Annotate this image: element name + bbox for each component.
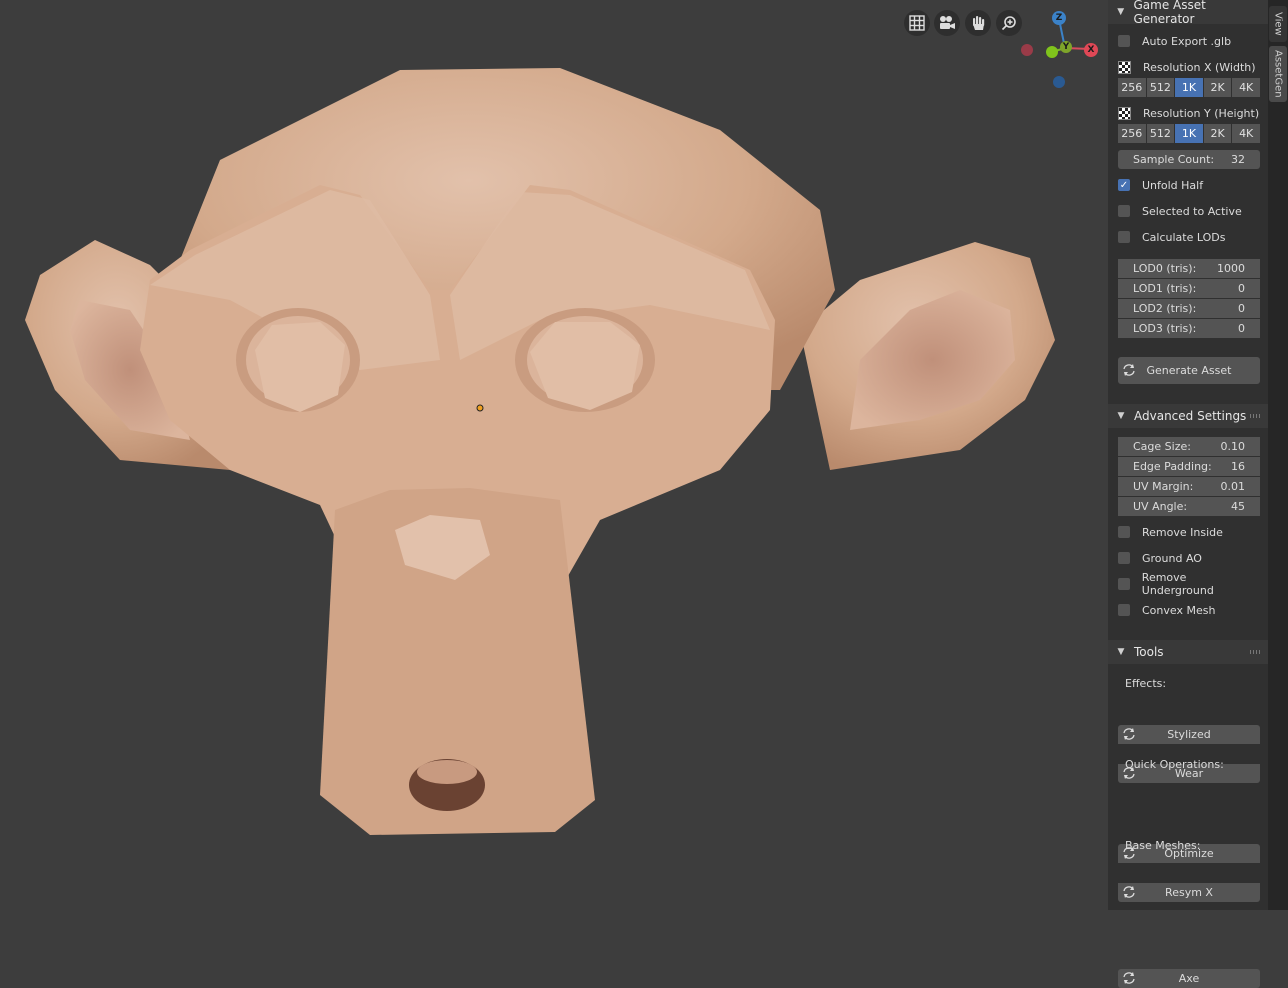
generate-asset-button[interactable]: Generate Asset [1118,357,1260,384]
panel-header-advanced-settings[interactable]: ▼ Advanced Settings [1108,404,1268,428]
ground-ao-checkbox[interactable]: Ground AO [1118,549,1260,567]
collapse-arrow-icon: ▼ [1117,411,1125,421]
uv-margin-field[interactable]: UV Margin: 0.01 [1118,477,1260,496]
grid-icon[interactable] [904,10,930,36]
res-x-option-1k[interactable]: 1K [1175,78,1203,97]
resolution-x-label: Resolution X (Width) [1118,58,1260,76]
res-x-option-2k[interactable]: 2K [1203,78,1232,97]
lod2-field[interactable]: LOD2 (tris): 0 [1118,299,1260,318]
res-y-option-4k[interactable]: 4K [1232,124,1260,143]
remove-underground-checkbox[interactable]: Remove Underground [1118,571,1260,597]
checker-icon [1118,106,1131,120]
sidebar-tabs: View AssetGen [1268,0,1288,910]
convex-mesh-checkbox[interactable]: Convex Mesh [1118,601,1260,619]
unfold-half-checkbox[interactable]: ✓ Unfold Half [1118,176,1260,194]
checkmark-icon[interactable]: ✓ [1118,179,1130,191]
lod1-field[interactable]: LOD1 (tris): 0 [1118,279,1260,298]
effects-label: Effects: [1125,676,1167,690]
checker-icon [1118,60,1131,74]
checkbox-icon[interactable] [1118,604,1130,616]
tab-view[interactable]: View [1269,6,1287,42]
gizmo-y-neg[interactable] [1046,46,1058,58]
camera-icon[interactable] [934,10,960,36]
auto-export-checkbox[interactable]: Auto Export .glb [1118,32,1260,50]
sample-count-field[interactable]: Sample Count: 32 [1118,150,1260,169]
checkbox-icon[interactable] [1118,231,1130,243]
quick-operations-label: Quick Operations: [1125,757,1224,771]
panel-title: Advanced Settings [1134,409,1247,423]
advanced-fields: Cage Size: 0.10 Edge Padding: 16 UV Margin… [1118,437,1260,517]
drag-handle-icon[interactable] [1250,650,1260,654]
remove-inside-checkbox[interactable]: Remove Inside [1118,523,1260,541]
checkbox-icon[interactable] [1118,526,1130,538]
res-x-option-256[interactable]: 256 [1118,78,1146,97]
res-y-option-1k[interactable]: 1K [1175,124,1203,143]
gizmo-y-axis[interactable]: Y [1060,41,1072,53]
tab-assetgen[interactable]: AssetGen [1269,46,1287,102]
gizmo-x-neg[interactable] [1021,44,1033,56]
resolution-y-label: Resolution Y (Height) [1118,104,1260,122]
selected-to-active-checkbox[interactable]: Selected to Active [1118,202,1260,220]
res-y-option-512[interactable]: 512 [1146,124,1175,143]
checkbox-icon[interactable] [1118,552,1130,564]
edge-padding-field[interactable]: Edge Padding: 16 [1118,457,1260,476]
monkey-mesh [25,68,1055,835]
uv-angle-field[interactable]: UV Angle: 45 [1118,497,1260,516]
drag-handle-icon[interactable] [1250,414,1260,418]
calculate-lods-checkbox[interactable]: Calculate LODs [1118,228,1260,246]
cage-size-field[interactable]: Cage Size: 0.10 [1118,437,1260,456]
res-y-option-2k[interactable]: 2K [1203,124,1232,143]
refresh-icon [1123,972,1135,984]
hand-icon[interactable] [965,10,991,36]
axe-button[interactable]: Axe [1118,969,1260,988]
panel-title: Game Asset Generator [1133,0,1206,26]
lod-fields: LOD0 (tris): 1000 LOD1 (tris): 0 LOD2 (tri… [1118,259,1260,339]
res-x-option-4k[interactable]: 4K [1232,78,1260,97]
stylized-button[interactable]: Stylized [1118,725,1260,744]
checkbox-icon[interactable] [1118,205,1130,217]
resolution-y-selector: 256 512 1K 2K 4K [1118,124,1260,143]
panel-header-tools[interactable]: ▼ Tools [1108,640,1268,664]
lod3-field[interactable]: LOD3 (tris): 0 [1118,319,1260,338]
refresh-icon [1123,886,1135,898]
resym-x-button[interactable]: Resym X [1118,883,1260,902]
refresh-icon [1123,728,1135,740]
gizmo-z-axis[interactable]: Z [1052,11,1066,25]
panel-title: Tools [1134,645,1164,659]
lod0-field[interactable]: LOD0 (tris): 1000 [1118,259,1260,278]
base-meshes-label: Base Meshes: [1125,838,1201,852]
3d-viewport[interactable]: Z X Y [0,0,1108,910]
resolution-x-selector: 256 512 1K 2K 4K [1118,78,1260,97]
refresh-icon [1123,364,1135,376]
res-x-option-512[interactable]: 512 [1146,78,1175,97]
checkbox-icon[interactable] [1118,578,1130,590]
panel-header-game-asset-generator[interactable]: ▼ Game Asset Generator [1108,0,1268,26]
collapse-arrow-icon: ▼ [1117,647,1125,657]
res-y-option-256[interactable]: 256 [1118,124,1146,143]
collapse-arrow-icon: ▼ [1117,7,1125,17]
gizmo-z-neg[interactable] [1053,76,1065,88]
checkbox-icon[interactable] [1118,35,1130,47]
gizmo-x-axis[interactable]: X [1084,43,1098,57]
